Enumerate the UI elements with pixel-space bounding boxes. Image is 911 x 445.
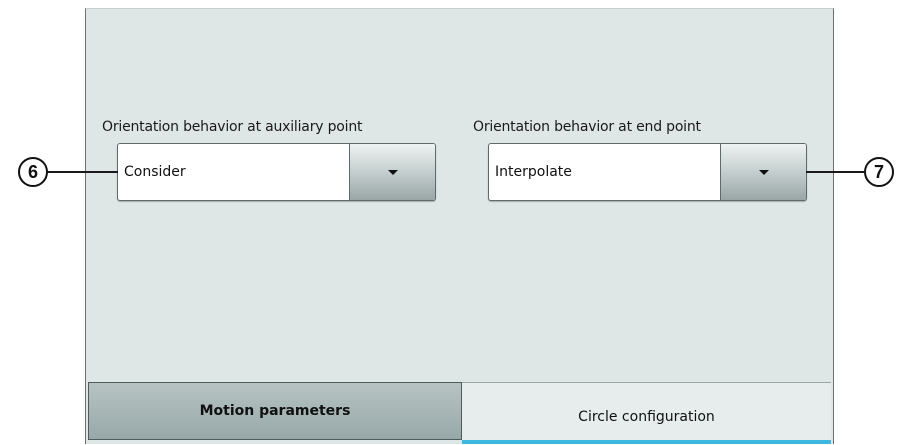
callout-6-marker: 6 <box>18 157 48 187</box>
tab-motion-parameters[interactable]: Motion parameters <box>88 382 462 440</box>
end-point-orientation-value[interactable]: Interpolate <box>489 144 720 200</box>
caret-down-icon <box>758 169 769 175</box>
aux-point-orientation-label: Orientation behavior at auxiliary point <box>102 119 363 135</box>
aux-point-dropdown-button[interactable] <box>349 144 435 200</box>
screen: Orientation behavior at auxiliary point … <box>0 0 911 445</box>
active-tab-indicator <box>462 440 831 444</box>
end-point-dropdown-button[interactable] <box>720 144 806 200</box>
end-point-orientation-label: Orientation behavior at end point <box>473 119 701 135</box>
circle-configuration-panel <box>85 8 834 444</box>
aux-point-orientation-dropdown[interactable]: Consider <box>117 143 436 201</box>
callout-6-leader-line <box>47 171 118 173</box>
tab-circle-configuration[interactable]: Circle configuration <box>462 382 831 440</box>
end-point-orientation-dropdown[interactable]: Interpolate <box>488 143 807 201</box>
caret-down-icon <box>387 169 398 175</box>
callout-7-marker: 7 <box>864 157 894 187</box>
aux-point-orientation-value[interactable]: Consider <box>118 144 349 200</box>
callout-7-leader-line <box>806 171 864 173</box>
